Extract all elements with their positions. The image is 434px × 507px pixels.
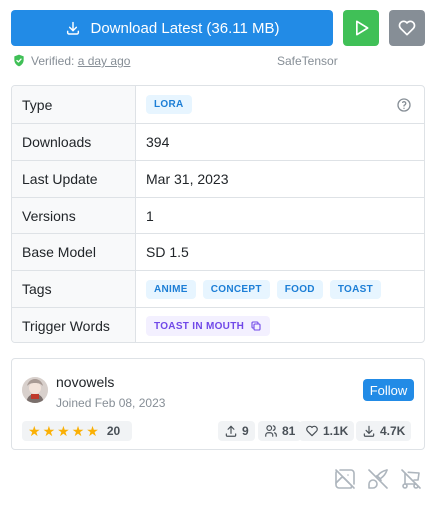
followers-stat: 81	[258, 421, 302, 441]
followers-count: 81	[282, 424, 296, 438]
detail-label: Downloads	[12, 124, 136, 160]
detail-row-downloads: Downloads 394	[12, 123, 424, 160]
tag-badge[interactable]: ANIME	[146, 279, 196, 299]
detail-label: Base Model	[12, 234, 136, 270]
trigger-word-badge[interactable]: TOAST IN MOUTH	[146, 316, 271, 336]
tag-badge[interactable]: TOAST	[329, 279, 382, 299]
help-icon[interactable]	[396, 97, 412, 113]
detail-value: TOAST IN MOUTH	[136, 308, 424, 342]
star-icon: ★	[86, 423, 99, 439]
shield-check-icon	[14, 54, 24, 67]
detail-value: LORA	[136, 86, 424, 123]
download-button[interactable]: Download Latest (36.11 MB)	[11, 10, 333, 46]
downloads-stat: 4.7K	[356, 421, 412, 441]
details-table: Type LORA Downloads 394 Last Update Mar …	[11, 85, 425, 343]
image-off-icon	[335, 469, 355, 489]
detail-label: Versions	[12, 198, 136, 233]
uploads-count: 9	[242, 424, 249, 438]
star-icon: ★	[57, 423, 70, 439]
copy-icon[interactable]	[250, 320, 262, 332]
verification-row: Verified: a day ago SafeTensor	[11, 52, 425, 70]
download-icon	[363, 425, 375, 437]
usage-restrictions	[333, 467, 425, 491]
play-icon	[356, 20, 369, 36]
uploads-stat: 9	[218, 421, 255, 441]
detail-value: 394	[146, 134, 170, 150]
detail-row-trigger-words: Trigger Words TOAST IN MOUTH	[12, 307, 424, 342]
follow-button[interactable]: Follow	[363, 379, 414, 401]
creator-card: novowels Joined Feb 08, 2023 Follow ★ ★ …	[11, 358, 425, 450]
download-icon	[66, 21, 79, 35]
like-button[interactable]	[389, 10, 425, 46]
detail-row-tags: Tags ANIME CONCEPT FOOD TOAST	[12, 270, 424, 307]
brush-off-icon	[368, 469, 388, 489]
star-icon: ★	[28, 423, 41, 439]
tag-badge[interactable]: CONCEPT	[202, 279, 270, 299]
trigger-word-text: TOAST IN MOUTH	[154, 320, 245, 332]
detail-value: 1	[146, 207, 154, 224]
download-label: Download Latest (36.11 MB)	[90, 19, 280, 37]
tag-list: ANIME CONCEPT FOOD TOAST	[136, 271, 424, 307]
star-icon: ★	[42, 423, 56, 439]
avatar[interactable]	[22, 377, 48, 403]
users-icon	[265, 425, 277, 437]
verified-text: Verified: a day ago	[31, 54, 130, 68]
rating-pill: ★ ★ ★ ★ ★ 20	[22, 421, 132, 441]
detail-row-last-update: Last Update Mar 31, 2023	[12, 160, 424, 197]
file-format: SafeTensor	[277, 54, 338, 68]
heart-icon	[306, 425, 318, 437]
detail-label: Trigger Words	[12, 308, 136, 342]
detail-label: Type	[12, 86, 136, 123]
favorites-count: 1.1K	[323, 424, 349, 438]
detail-row-type: Type LORA	[12, 86, 424, 123]
rating-count: 20	[106, 424, 121, 438]
favorites-stat: 1.1K	[299, 421, 355, 441]
joined-date: Joined Feb 08, 2023	[56, 396, 166, 410]
detail-value: SD 1.5	[146, 244, 189, 260]
detail-label: Last Update	[12, 161, 136, 197]
detail-row-base-model: Base Model SD 1.5	[12, 233, 424, 270]
star-icon: ★	[71, 423, 85, 439]
detail-row-versions: Versions 1	[12, 197, 424, 233]
avatar-image	[22, 377, 48, 403]
upload-icon	[225, 425, 237, 437]
play-button[interactable]	[343, 10, 379, 46]
downloads-count: 4.7K	[380, 424, 406, 438]
detail-value: Mar 31, 2023	[146, 171, 229, 187]
verified-time-link[interactable]: a day ago	[78, 54, 131, 68]
tag-badge[interactable]: FOOD	[276, 279, 323, 299]
cart-off-icon	[401, 469, 421, 489]
creator-name[interactable]: novowels	[56, 374, 114, 390]
detail-label: Tags	[12, 271, 136, 307]
type-badge: LORA	[146, 95, 192, 114]
verified-prefix: Verified:	[31, 54, 75, 68]
action-row: Download Latest (36.11 MB)	[11, 10, 425, 46]
heart-icon	[398, 20, 416, 36]
